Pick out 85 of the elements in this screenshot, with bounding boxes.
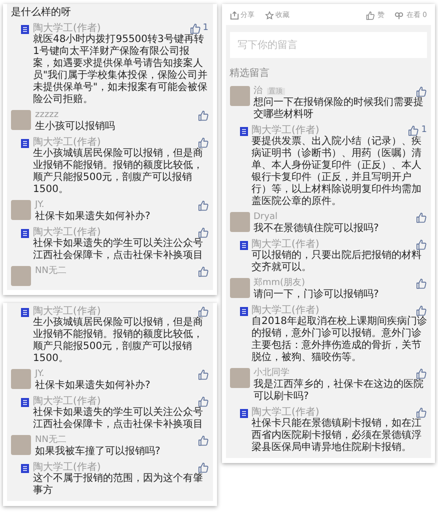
share-icon [230,10,238,20]
comment-text: 社保卡如果遗失如何补办? [35,380,152,392]
author-name: 陶大学工(作者) [33,306,101,317]
thumbs-up-icon[interactable] [416,86,427,97]
avatar-placeholder [11,200,31,220]
thumbs-up-icon[interactable] [198,227,208,238]
avatar-placeholder [230,212,250,232]
commenter-name: NN无二 [35,266,66,276]
author-badge-icon [240,127,248,136]
author-name: 陶大学工(作者) [33,227,101,238]
reply-text: 生小孩城镇居民保险可以报销，但是商业报销不能报销。报销的额度比较低，顺产只能报500元，剖腹产可以报销1500。 [33,317,204,365]
thumbs-up-icon[interactable] [198,137,208,148]
thumbs-up-icon[interactable] [198,369,208,380]
thumbs-up-icon[interactable] [198,110,208,121]
thumbs-up-icon[interactable] [190,23,201,34]
thumbs-up-icon[interactable] [198,435,208,446]
author-badge-icon [240,307,248,316]
reply-text: 社保卡如果遗失的学生可以关注公众号江西社会保障卡，点击社保卡补换项目 [33,407,204,431]
avatar-placeholder [11,369,31,389]
comment-text: 我是江西萍乡的，社保卡在这边的医院可以刷卡吗? [254,379,424,403]
thumbs-up-icon[interactable] [198,266,208,277]
commenter-name: JY. [35,200,44,210]
thumbs-up-icon[interactable] [416,407,427,418]
thumbs-up-icon[interactable] [198,462,208,473]
flower-icon [394,10,404,20]
author-name: 陶大学工(作者) [33,396,101,407]
reply-text: 社保卡如果遗失的学生可以关注公众号江西社会保障卡，点击社保卡补换项目 [33,238,204,262]
reply-text: 生小孩城镇居民保险可以报销，但是商业报销不能报销。报销的额度比较低，顺产只能报500元，剖腹产可以报销1500。 [33,148,204,196]
comment-text: 如果我被车撞了可以报销吗? [35,446,162,458]
author-badge-icon [21,308,29,317]
commenter-name: Dryal [254,212,278,222]
comment-text: 生小孩可以报销吗 [35,121,116,133]
thumbs-up-icon[interactable] [198,306,208,317]
comment-input[interactable]: 写下你的留言 [236,38,421,52]
commenter-name: 郑mm(朋友) [254,278,306,288]
star-icon [264,10,274,20]
thumbs-up-icon[interactable] [408,125,420,136]
author-badge-icon [21,139,29,148]
author-name: 陶大学工(作者) [252,407,320,418]
like-count: 1 [202,24,208,34]
thumbs-up-icon [366,10,376,20]
author-badge-icon [21,25,29,34]
avatar-placeholder [230,278,250,298]
author-badge-icon [240,409,248,418]
commenter-name: 小北同学 [254,368,290,378]
author-name: 陶大学工(作者) [33,137,101,148]
reply-text: 要提供发票、出入院小结（记录）、疾病证明书（诊断书）、用药（医嘱）清单、本人身份证复印件（正反）、本人银行卡复印件（正反，并且写明开户行）等，以上材料除说明复印件均需加盖医院公章的原件。 [252,136,422,208]
section-label: 精选留言 [230,66,270,80]
reply-text: 就医48小时内拨打95500转3号键再转1号键向太平洋财产保险有限公司报案，如遇要求提供保单号请告知接案人员"我们属于学校集体投保，保险公司并未提供保单号"，如未报案有可能会被保险公司拒赔。 [33,34,208,106]
reply-text: 自2018年起取消在校上课期间疾病门诊的报销，意外门诊可以报销。意外门诊主要包括：意外摔伤造成的骨折，关节脱位，被狗、猫咬伤等。 [252,316,427,364]
author-badge-icon [21,398,29,407]
thumbs-up-icon[interactable] [416,368,427,379]
avatar-placeholder [230,86,250,106]
thumbs-up-icon[interactable] [198,396,208,407]
comment-text: 社保卡如果遗失如何补办? [35,211,152,223]
avatar-placeholder [11,435,31,455]
commenter-name: NN无二 [35,436,66,446]
like-count: 1 [421,126,427,136]
commenter-name: zzzzz [35,110,59,120]
thumbs-up-icon[interactable] [416,212,427,223]
thumbs-up-icon[interactable] [198,200,208,211]
author-name: 陶大学工(作者) [33,462,101,473]
reply-text: 社保卡只能在景德镇刷卡报销，如在江西省内医院刷卡报销，必须在景德镇浮梁县医保局申请异地住院刷卡报销。 [252,418,422,454]
author-name: 陶大学工(作者) [33,23,101,34]
avatar-placeholder [11,266,31,286]
thumbs-up-icon[interactable] [416,239,427,250]
reply-text: 这个不属于报销的范围，因为这个有肇事方 [33,473,204,497]
author-badge-icon [240,241,248,250]
avatar-placeholder [230,368,250,388]
avatar-placeholder [11,110,31,130]
commenter-name: JY. [35,370,44,380]
author-name: 陶大学工(作者) [252,239,320,250]
reply-text: 可以报销的，只要出院后把报销的材料交齐就可以。 [252,250,422,274]
comment-text: 是什么样的呀 [11,7,72,19]
comment-text: 我不在景德镇住院可以报吗? [254,223,380,235]
thumbs-up-icon[interactable] [416,278,427,289]
commenter-name: 治 [254,86,262,96]
comment-input-field[interactable]: 写下你的留言 [230,32,427,58]
author-name: 陶大学工(作者) [252,125,320,136]
comment-text: 想问一下在报销保险的时候我们需要提交哪些材料呀 [254,97,424,121]
comment-text: 请问一下，门诊可以报销吗? [254,289,380,301]
thumbs-up-icon[interactable] [416,305,427,316]
author-badge-icon [21,464,29,473]
author-badge-icon [21,229,29,238]
author-name: 陶大学工(作者) [252,305,320,316]
